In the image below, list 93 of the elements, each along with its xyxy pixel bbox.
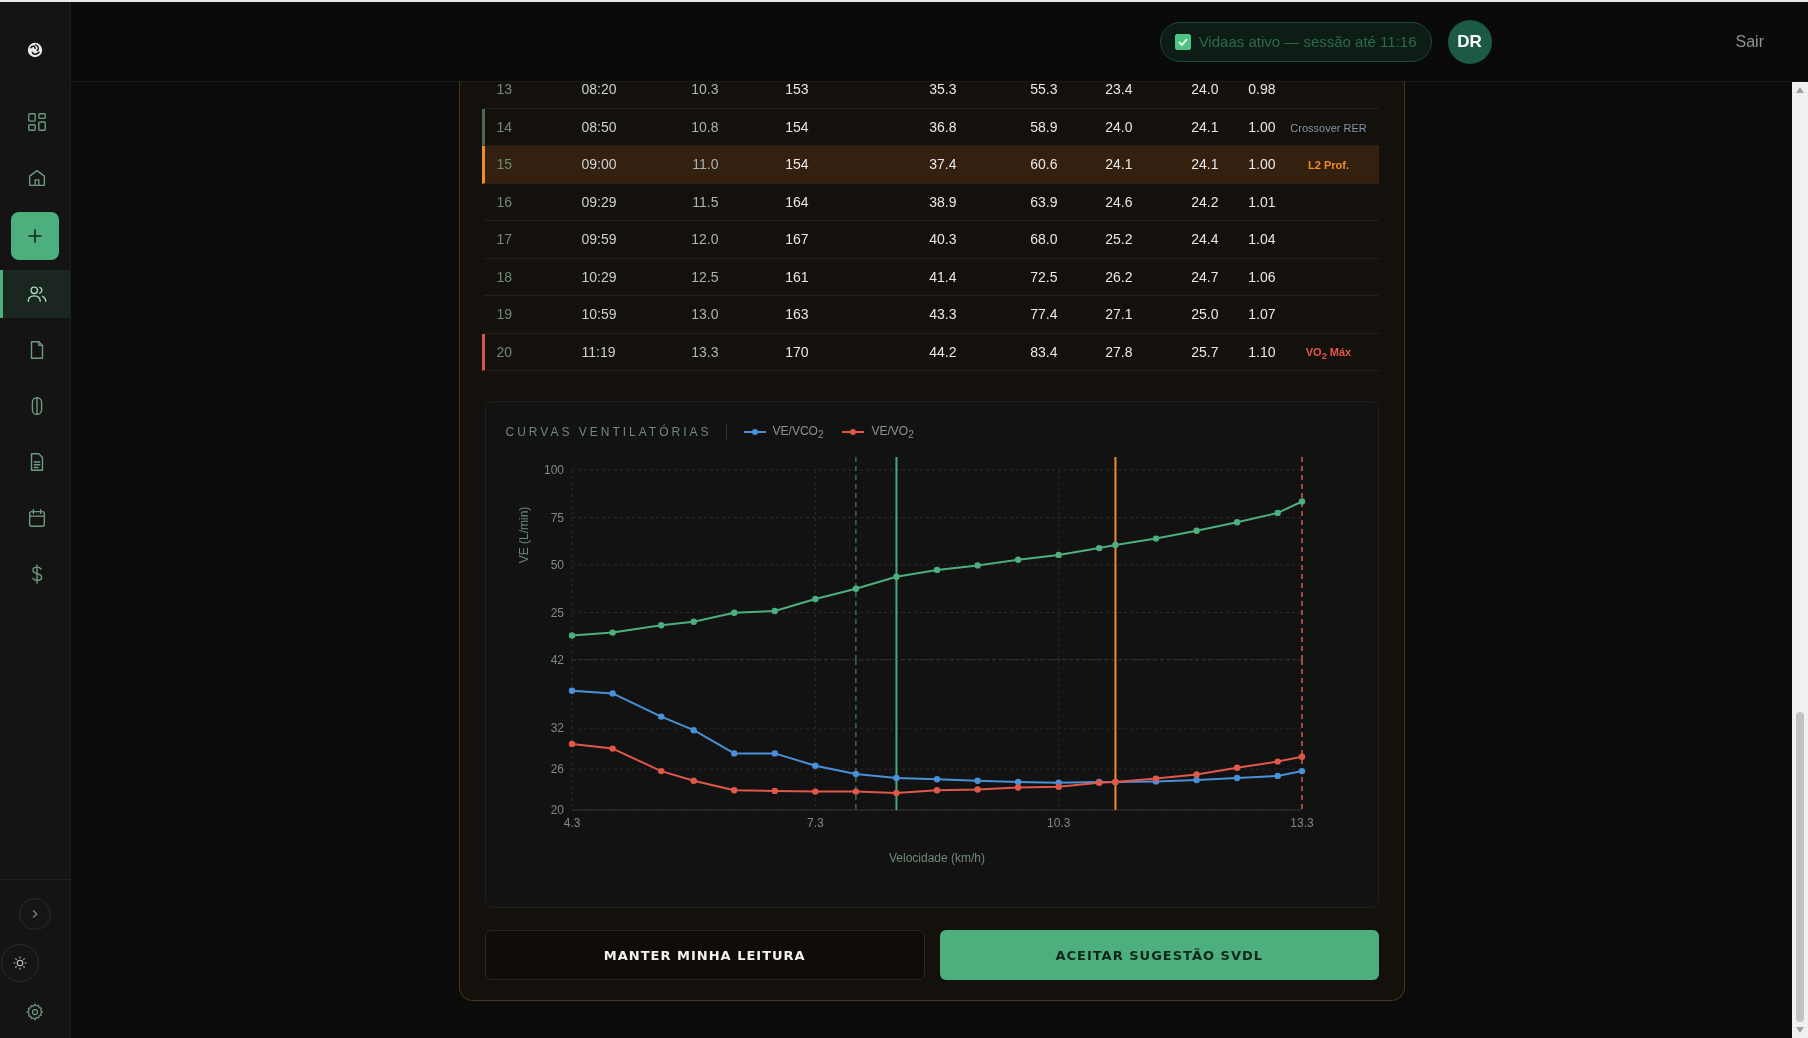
heart-rate-cell: 164 [785, 193, 809, 210]
y-tick-label: 26 [550, 762, 564, 777]
y-tick-label: 100 [543, 463, 564, 477]
time-cell: 11:19 [581, 343, 616, 360]
legend-label: VE/VO$_{2}$ [871, 423, 914, 441]
table-cell: 24.1 [1105, 156, 1133, 173]
row-number: 15 [495, 156, 513, 173]
y-tick-label: 50 [550, 558, 564, 572]
table-cell: 1.04 [1248, 231, 1276, 248]
table-cell: 24.2 [1191, 193, 1219, 210]
speed-cell: 12.5 [691, 268, 719, 285]
row-number: 17 [495, 231, 513, 248]
marker-label: L2 Prof. [1308, 159, 1349, 172]
table-cell: 24.1 [1191, 156, 1219, 173]
row-number: 16 [495, 193, 513, 210]
table-cell: 41.4 [929, 268, 957, 285]
y-tick-label: 32 [550, 721, 564, 736]
table-cell: 44.2 [929, 343, 957, 360]
time-cell: 09:29 [581, 193, 617, 210]
table-cell: 1.00 [1248, 156, 1276, 173]
table-cell: 37.4 [929, 156, 957, 173]
table-cell: 26.2 [1105, 268, 1133, 285]
table-cell: 77.4 [1030, 306, 1058, 323]
y-tick-label: 20 [550, 803, 564, 817]
table-cell: 1.01 [1248, 193, 1276, 210]
speed-cell: 10.3 [691, 82, 719, 98]
table-cell: 60.6 [1030, 156, 1058, 173]
table-cell: 24.6 [1105, 193, 1133, 210]
row-number: 13 [495, 82, 513, 98]
table-cell: 24.0 [1191, 82, 1219, 98]
time-cell: 10:59 [581, 306, 617, 323]
table-cell: 35.3 [929, 82, 957, 98]
table-cell: 1.07 [1248, 306, 1276, 323]
table-cell: 38.9 [929, 193, 957, 210]
time-cell: 10:29 [581, 268, 617, 285]
table-cell: 24.7 [1191, 268, 1219, 285]
time-cell: 08:50 [581, 118, 617, 135]
table-cell: 72.5 [1030, 268, 1058, 285]
x-axis-label: Velocidade (km/h) [888, 851, 985, 865]
heart-rate-cell: 167 [785, 231, 809, 248]
chart-title: CURVAS VENTILATÓRIAS [505, 425, 712, 439]
session-status-text: Vidaas ativo — sessão até 11:16 [1198, 33, 1417, 50]
time-cell: 08:20 [581, 82, 617, 98]
table-cell: 83.4 [1030, 343, 1058, 360]
table-cell: 68.0 [1030, 231, 1058, 248]
row-number: 14 [495, 118, 513, 135]
legend-label: VE/VCO$_{2}$ [772, 423, 824, 441]
table-cell: 58.9 [1030, 118, 1058, 135]
row-number: 19 [495, 306, 513, 323]
table-cell: 1.10 [1248, 343, 1276, 360]
table-cell: 24.1 [1191, 118, 1219, 135]
table-cell: 27.1 [1105, 306, 1133, 323]
table-cell: 0.98 [1248, 82, 1276, 98]
table-cell: 36.8 [929, 118, 957, 135]
table-cell: 1.06 [1248, 268, 1276, 285]
speed-cell: 11.5 [692, 193, 719, 210]
heart-rate-cell: 153 [785, 82, 809, 98]
table-cell: 25.0 [1191, 306, 1219, 323]
table-cell: 40.3 [929, 231, 957, 248]
heart-rate-cell: 163 [785, 306, 809, 323]
x-tick-label: 13.3 [1289, 816, 1314, 830]
heart-rate-cell: 170 [785, 343, 809, 360]
speed-cell: 13.3 [691, 343, 719, 360]
table-cell: 55.3 [1030, 82, 1058, 98]
y-tick-label: 25 [550, 605, 564, 620]
time-cell: 09:00 [581, 156, 617, 173]
table-cell: 25.2 [1105, 231, 1133, 248]
table-cell: 24.4 [1191, 231, 1219, 248]
heart-rate-cell: 154 [785, 118, 809, 135]
speed-cell: 11.0 [692, 156, 719, 173]
marker-label: VO$_{2}$ Máx [1305, 345, 1352, 358]
table-cell: 1.00 [1248, 118, 1276, 135]
table-cell: 63.9 [1030, 193, 1058, 210]
y-axis-label: VE (L/min) [516, 506, 531, 564]
table-cell: 25.7 [1191, 343, 1219, 360]
heart-rate-cell: 161 [785, 268, 809, 285]
x-tick-label: 7.3 [806, 816, 824, 830]
y-tick-label: 42 [550, 653, 564, 667]
table-cell: 23.4 [1105, 82, 1133, 98]
speed-cell: 13.0 [691, 306, 719, 323]
x-tick-label: 10.3 [1046, 816, 1070, 830]
y-tick-label: 75 [550, 510, 564, 525]
table-cell: 27.8 [1105, 343, 1133, 360]
row-number: 18 [495, 268, 513, 285]
table-cell: 43.3 [929, 306, 957, 323]
marker-label: Crossover RER [1290, 121, 1367, 134]
table-cell: 24.0 [1105, 118, 1133, 135]
speed-cell: 12.0 [691, 231, 719, 248]
speed-cell: 10.8 [691, 118, 719, 135]
row-number: 20 [495, 343, 513, 360]
x-tick-label: 4.3 [563, 816, 580, 830]
time-cell: 09:59 [581, 231, 617, 248]
heart-rate-cell: 154 [785, 156, 809, 173]
